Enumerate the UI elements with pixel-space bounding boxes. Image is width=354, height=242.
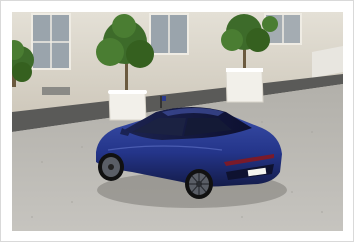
car-photo-illustration bbox=[12, 12, 343, 231]
image-frame bbox=[0, 0, 354, 242]
photo bbox=[12, 12, 343, 231]
facade-vent bbox=[42, 87, 70, 95]
